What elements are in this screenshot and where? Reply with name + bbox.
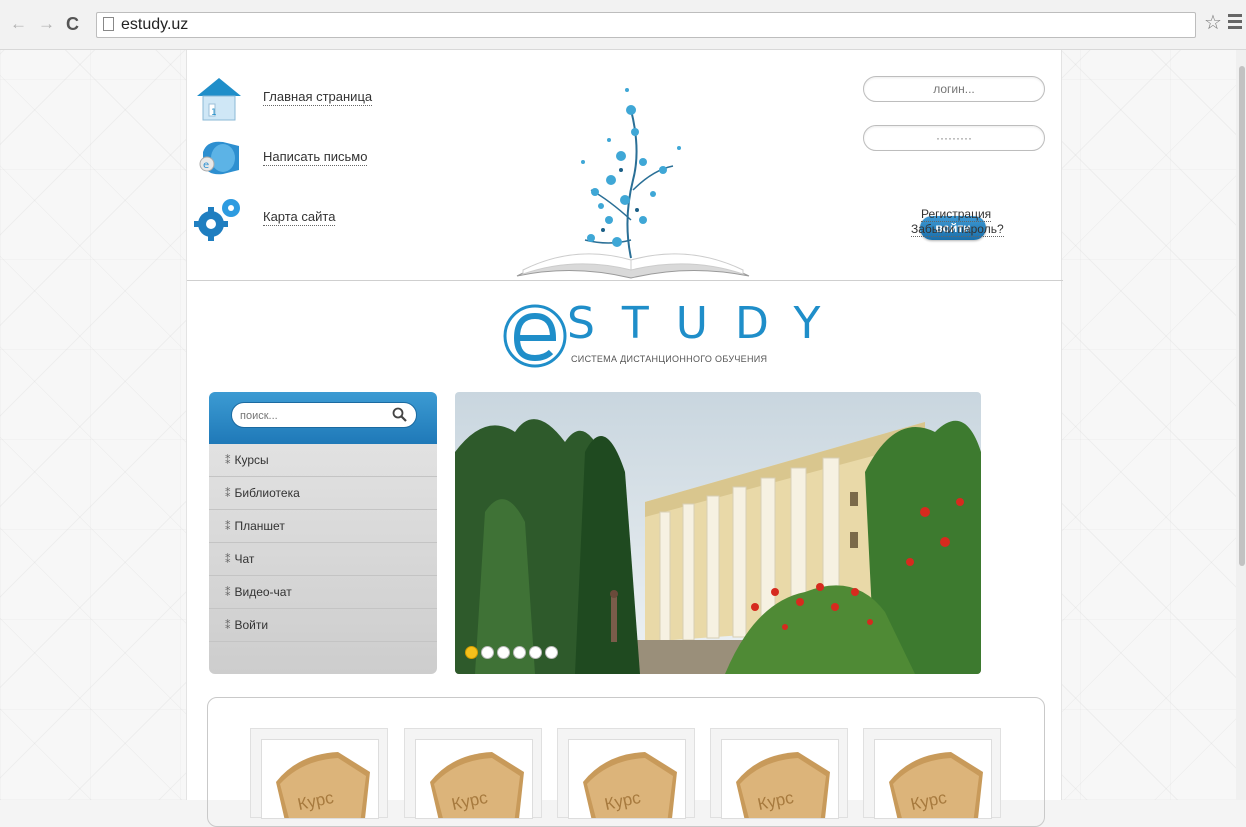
svg-text:e: e [203,160,209,171]
address-bar[interactable]: estudy.uz [96,12,1196,38]
page-icon [103,17,114,31]
sidebar-item-label: Чат [234,552,255,566]
sidebar-item-label: Планшет [234,519,285,533]
course-card[interactable]: Курс [710,728,848,819]
course-book-icon: Курс [430,752,524,818]
sidebar-item-chat[interactable]: ⁑ Чат [209,543,437,576]
image-slider[interactable] [455,392,981,674]
login-input[interactable] [863,76,1045,102]
bullet-icon: ⁑ [225,455,231,467]
courses-panel: Курс Курс Курс Курс Курс [207,697,1045,827]
sidebar-item-video-chat[interactable]: ⁑ Видео-чат [209,576,437,609]
sidebar-item-label: Видео-чат [234,585,292,599]
write-letter-link[interactable]: Написать письмо [263,149,368,166]
estudy-logo[interactable]: STUDY СИСТЕМА ДИСТАНЦИОННОГО ОБУЧЕНИЯ [503,298,820,370]
browser-toolbar: ← → C estudy.uz ☆ [0,0,1246,50]
home-icon[interactable]: 1 [193,74,245,124]
header-divider [187,280,1063,281]
sidebar-header [209,392,437,444]
course-card[interactable]: Курс [557,728,695,819]
sidebar-item-label: Библиотека [234,486,300,500]
register-link[interactable]: Регистрация [921,207,992,222]
course-book-icon: Курс [583,752,677,818]
scrollbar-thumb[interactable] [1239,66,1245,566]
course-book-icon: Курс [276,752,370,818]
slider-dot[interactable] [497,646,510,659]
bullet-icon: ⁑ [225,554,231,566]
slider-dot[interactable] [529,646,542,659]
logo-e-icon [503,304,567,368]
sidebar-menu: ⁑Курсы ⁑Библиотека ⁑Планшет ⁑Чат ⁑Видео-… [209,392,437,674]
slider-dot-active[interactable] [465,646,478,659]
open-book-illustration [516,88,750,279]
slider-dot[interactable] [545,646,558,659]
sidebar-item-label: Войти [234,618,269,632]
search-input[interactable] [238,406,392,426]
bullet-icon: ⁑ [225,587,231,599]
course-card[interactable]: Курс [250,728,388,819]
logo-tagline: СИСТЕМА ДИСТАНЦИОННОГО ОБУЧЕНИЯ [571,354,768,364]
sitemap-link[interactable]: Карта сайта [263,209,336,226]
bullet-icon: ⁑ [225,620,231,632]
sidebar-item-login[interactable]: ⁑ Войти [209,609,437,642]
course-card[interactable]: Курс [404,728,542,819]
sidebar-item-label: Курсы [234,453,269,467]
menu-icon[interactable] [1228,14,1242,32]
back-button[interactable]: ← [10,14,27,34]
gears-icon[interactable] [193,194,245,244]
forgot-password-link[interactable]: Забыли пароль? [911,222,1004,237]
svg-text:1: 1 [211,108,217,118]
sidebar-item-tablet[interactable]: ⁑ Планшет [209,510,437,543]
search-box[interactable] [231,402,417,428]
logo-wordmark: STUDY [567,298,848,349]
slider-dot[interactable] [481,646,494,659]
sidebar-item-courses[interactable]: ⁑ Курсы [209,444,437,477]
course-book-icon: Курс [889,752,983,818]
reload-button[interactable]: C [66,14,79,34]
mail-icon[interactable]: e [193,134,245,184]
bullet-icon: ⁑ [225,488,231,500]
course-card[interactable]: Курс [863,728,1001,819]
slider-dots [465,646,561,664]
bullet-icon: ⁑ [225,521,231,533]
url-text[interactable]: estudy.uz [121,16,188,34]
sidebar-item-library[interactable]: ⁑ Библиотека [209,477,437,510]
forward-button[interactable]: → [38,14,55,34]
search-icon[interactable] [392,407,408,423]
password-input[interactable] [863,125,1045,151]
home-link[interactable]: Главная страница [263,89,373,106]
slider-dot[interactable] [513,646,526,659]
course-book-icon: Курс [736,752,830,818]
university-building-photo [455,392,981,674]
site-container: 1 Главная страница e Написать письмо Кар… [186,50,1063,827]
bookmark-star-icon[interactable]: ☆ [1204,12,1222,34]
